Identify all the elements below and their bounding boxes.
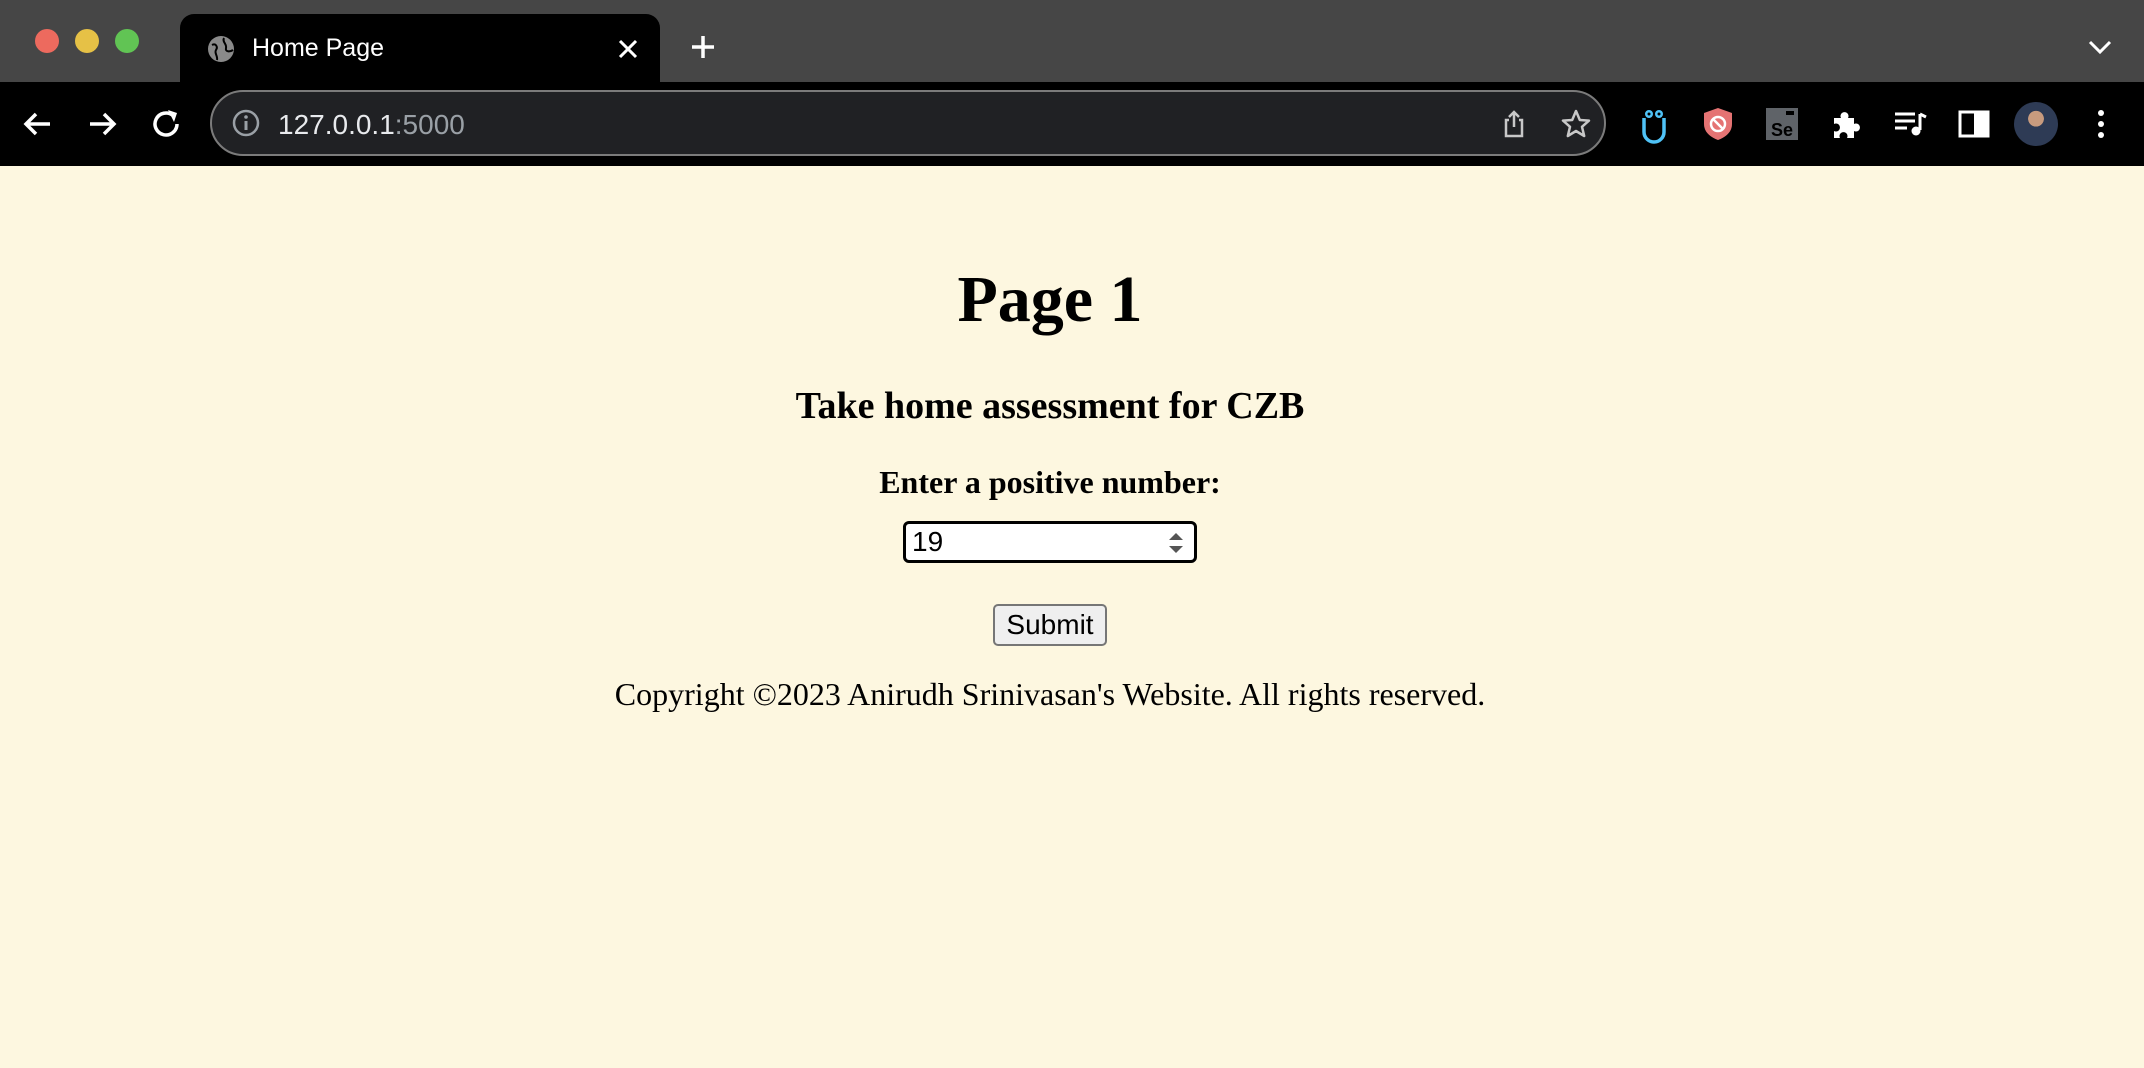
url-host: 127.0.0.1 — [278, 109, 395, 140]
back-arrow-icon[interactable] — [18, 104, 58, 144]
browser-window: Home Page 127.0.0.1:5000 Se Page 1 Take … — [0, 0, 2144, 1068]
number-input[interactable] — [912, 525, 1152, 559]
media-queue-icon[interactable] — [1890, 104, 1930, 144]
url-port: :5000 — [394, 109, 465, 140]
avatar[interactable] — [2014, 102, 2058, 146]
side-panel-icon[interactable] — [1954, 104, 1994, 144]
svg-text:Se: Se — [1771, 120, 1793, 140]
page-subtitle: Take home assessment for CZB — [795, 385, 1305, 427]
browser-toolbar: 127.0.0.1:5000 Se — [0, 82, 2144, 166]
url-text[interactable]: 127.0.0.1:5000 — [278, 109, 465, 141]
extension-owl-icon[interactable] — [1634, 104, 1674, 144]
close-icon[interactable] — [615, 36, 641, 62]
kebab-menu-icon[interactable] — [2086, 104, 2116, 144]
minimize-window-button[interactable] — [75, 29, 99, 53]
forward-arrow-icon[interactable] — [82, 104, 122, 144]
puzzle-icon[interactable] — [1826, 104, 1866, 144]
star-icon[interactable] — [1560, 108, 1592, 140]
page-content: Page 1 Take home assessment for CZB Ente… — [0, 166, 2144, 1068]
close-window-button[interactable] — [35, 29, 59, 53]
tab-home-page[interactable]: Home Page — [180, 14, 660, 82]
maximize-window-button[interactable] — [115, 29, 139, 53]
extension-selenium-icon[interactable]: Se — [1762, 104, 1802, 144]
tab-strip: Home Page — [0, 0, 2144, 82]
copyright-footer: Copyright ©2023 Anirudh Srinivasan's Web… — [614, 676, 1486, 712]
tab-title: Home Page — [252, 34, 385, 62]
submit-button[interactable]: Submit — [993, 604, 1107, 646]
extension-shield-icon[interactable] — [1698, 104, 1738, 144]
globe-icon — [208, 36, 234, 62]
plus-icon[interactable] — [688, 32, 718, 62]
address-bar[interactable]: 127.0.0.1:5000 — [210, 90, 1606, 156]
stepper-arrows-icon[interactable] — [1166, 529, 1186, 557]
number-field[interactable] — [903, 521, 1197, 563]
number-field-label: Enter a positive number: — [879, 464, 1221, 500]
info-icon[interactable] — [230, 107, 262, 139]
page-title: Page 1 — [957, 263, 1143, 336]
reload-icon[interactable] — [146, 104, 186, 144]
share-icon[interactable] — [1498, 108, 1530, 140]
chevron-down-icon[interactable] — [2086, 36, 2114, 58]
